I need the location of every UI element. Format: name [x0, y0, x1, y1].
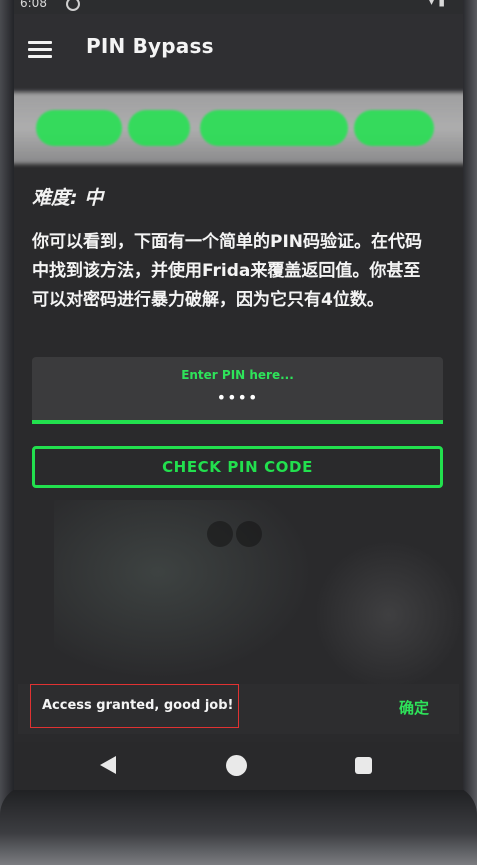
- snackbar-message: Access granted, good job!: [42, 698, 234, 713]
- reflection-camera-dot-2: [236, 521, 262, 547]
- back-triangle-icon[interactable]: [100, 756, 116, 774]
- reflection-camera-dot-1: [207, 521, 233, 547]
- pin-input-underline: [32, 420, 443, 424]
- home-circle-icon[interactable]: [226, 755, 247, 776]
- phone-bezel-left: [0, 0, 14, 865]
- difficulty-label: 难度: 中: [32, 187, 104, 209]
- navigation-bar: [14, 742, 463, 790]
- pin-input[interactable]: Enter PIN here... ••••: [32, 357, 443, 424]
- tab-chip-3[interactable]: [200, 110, 348, 146]
- snackbar-confirm-button[interactable]: 确定: [399, 697, 429, 718]
- status-bar: 6:08 ▾ ▮: [14, 0, 463, 14]
- glass-reflection: [54, 500, 314, 680]
- tab-chip-1[interactable]: [36, 110, 122, 146]
- app-bar: PIN Bypass: [14, 14, 463, 92]
- tab-chip-2[interactable]: [128, 110, 190, 146]
- recents-square-icon[interactable]: [355, 757, 372, 774]
- notification-icon: [66, 0, 80, 11]
- tab-chips-row: [14, 110, 463, 150]
- status-time: 6:08: [20, 0, 47, 10]
- hand-reflection: [314, 540, 463, 690]
- challenge-description: 你可以看到，下面有一个简单的PIN码验证。在代码中找到该方法，并使用Frida来…: [32, 232, 423, 310]
- phone-screen: 6:08 ▾ ▮ PIN Bypass 难度: 中 你可以看到，下面有一个简单的…: [14, 0, 463, 790]
- check-pin-button[interactable]: CHECK PIN CODE: [32, 446, 443, 488]
- pin-input-value: ••••: [216, 388, 259, 407]
- snackbar: Access granted, good job! 确定: [18, 684, 459, 734]
- status-indicators-icon: ▾ ▮: [428, 0, 445, 8]
- tab-chip-4[interactable]: [354, 110, 434, 146]
- phone-bezel-bottom: [0, 785, 477, 865]
- app-title: PIN Bypass: [86, 34, 214, 58]
- photo-backdrop: 6:08 ▾ ▮ PIN Bypass 难度: 中 你可以看到，下面有一个简单的…: [0, 0, 477, 865]
- pin-input-hint: Enter PIN here...: [181, 368, 294, 382]
- hamburger-menu-icon[interactable]: [28, 41, 52, 59]
- phone-bezel-right: [461, 0, 477, 865]
